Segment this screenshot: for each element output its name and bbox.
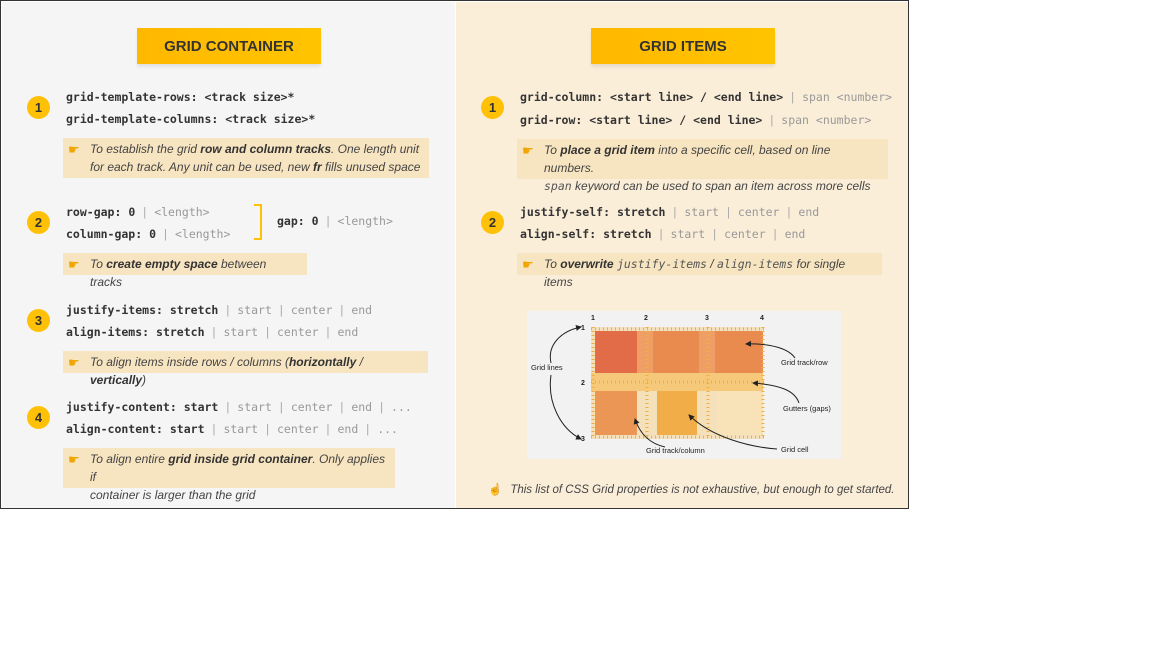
cheatsheet: GRID CONTAINER 1 grid-template-rows: <tr… [0, 0, 909, 509]
step-badge: 2 [481, 211, 504, 234]
grid-diagram-svg: 1 2 3 4 1 2 3 Grid lines Grid track/row … [531, 315, 831, 455]
tip-note: ☛ To create empty space between tracks [63, 253, 307, 289]
col-line-number: 2 [644, 315, 648, 322]
col-line-number: 3 [705, 315, 709, 322]
code-line: align-content: start | start | center | end |..… [66, 422, 398, 436]
tip-note: ☛ To overwrite justify-items / align-ite… [517, 253, 882, 289]
pointing-hand-icon: ☛ [522, 257, 534, 272]
step-badge: 1 [27, 96, 50, 119]
pointing-hand-icon: ☛ [522, 143, 534, 158]
row-line-number: 1 [581, 325, 585, 332]
col-line-number: 4 [760, 315, 764, 322]
code-line: column-gap: 0 | <length> [66, 227, 231, 241]
tip-note: ☛ To align entire grid inside grid conta… [63, 448, 395, 502]
label-gutters: Gutters (gaps) [783, 404, 831, 413]
bracket-shape [254, 204, 262, 240]
step-badge: 1 [481, 96, 504, 119]
label-grid-lines: Grid lines [531, 363, 563, 372]
step-badge: 2 [27, 211, 50, 234]
grid-diagram: 1 2 3 4 1 2 3 Grid lines Grid track/row … [527, 311, 841, 459]
step-badge: 4 [27, 406, 50, 429]
code-line: gap: 0 | <length> [277, 214, 393, 228]
label-cell: Grid cell [781, 445, 809, 454]
col-line-number: 1 [591, 315, 595, 322]
tip-note: ☛ To place a grid item into a specific c… [517, 139, 888, 193]
grid-items-title: GRID ITEMS [591, 28, 775, 64]
pointing-hand-icon: ☛ [68, 142, 80, 157]
pointing-hand-icon: ☛ [68, 355, 80, 370]
footer-note: ☝ This list of CSS Grid properties is not… [488, 484, 895, 496]
label-track-row: Grid track/row [781, 358, 828, 367]
step-badge: 3 [27, 309, 50, 332]
code-line: justify-content: start | start | center | end |… [66, 400, 412, 414]
pointing-hand-icon: ☛ [68, 452, 80, 467]
code-line: justify-self: stretch | start | center | end [520, 205, 820, 219]
tip-note: ☛ To align items inside rows / columns (… [63, 351, 428, 387]
code-line: grid-row: <start line> / <end line> | span… [520, 113, 872, 127]
pointing-up-icon: ☝ [488, 484, 503, 496]
row-line-number: 2 [581, 380, 585, 387]
code-line: align-items: stretch | start | center | end [66, 325, 359, 339]
row-line-number: 3 [581, 436, 585, 443]
code-line: grid-template-rows: <track size>* [66, 90, 295, 104]
tip-note: ☛ To establish the grid row and column t… [63, 138, 429, 178]
label-track-column: Grid track/column [646, 446, 705, 455]
grid-container-title: GRID CONTAINER [137, 28, 321, 64]
pointing-hand-icon: ☛ [68, 257, 80, 272]
code-line: row-gap: 0 | <length> [66, 205, 210, 219]
code-line: grid-template-columns: <track size>* [66, 112, 316, 126]
code-line: grid-column: <start line> / <end line> | s… [520, 90, 893, 104]
code-line: justify-items: stretch | start | center | end [66, 303, 373, 317]
code-line: align-self: stretch | start | center | end [520, 227, 806, 241]
